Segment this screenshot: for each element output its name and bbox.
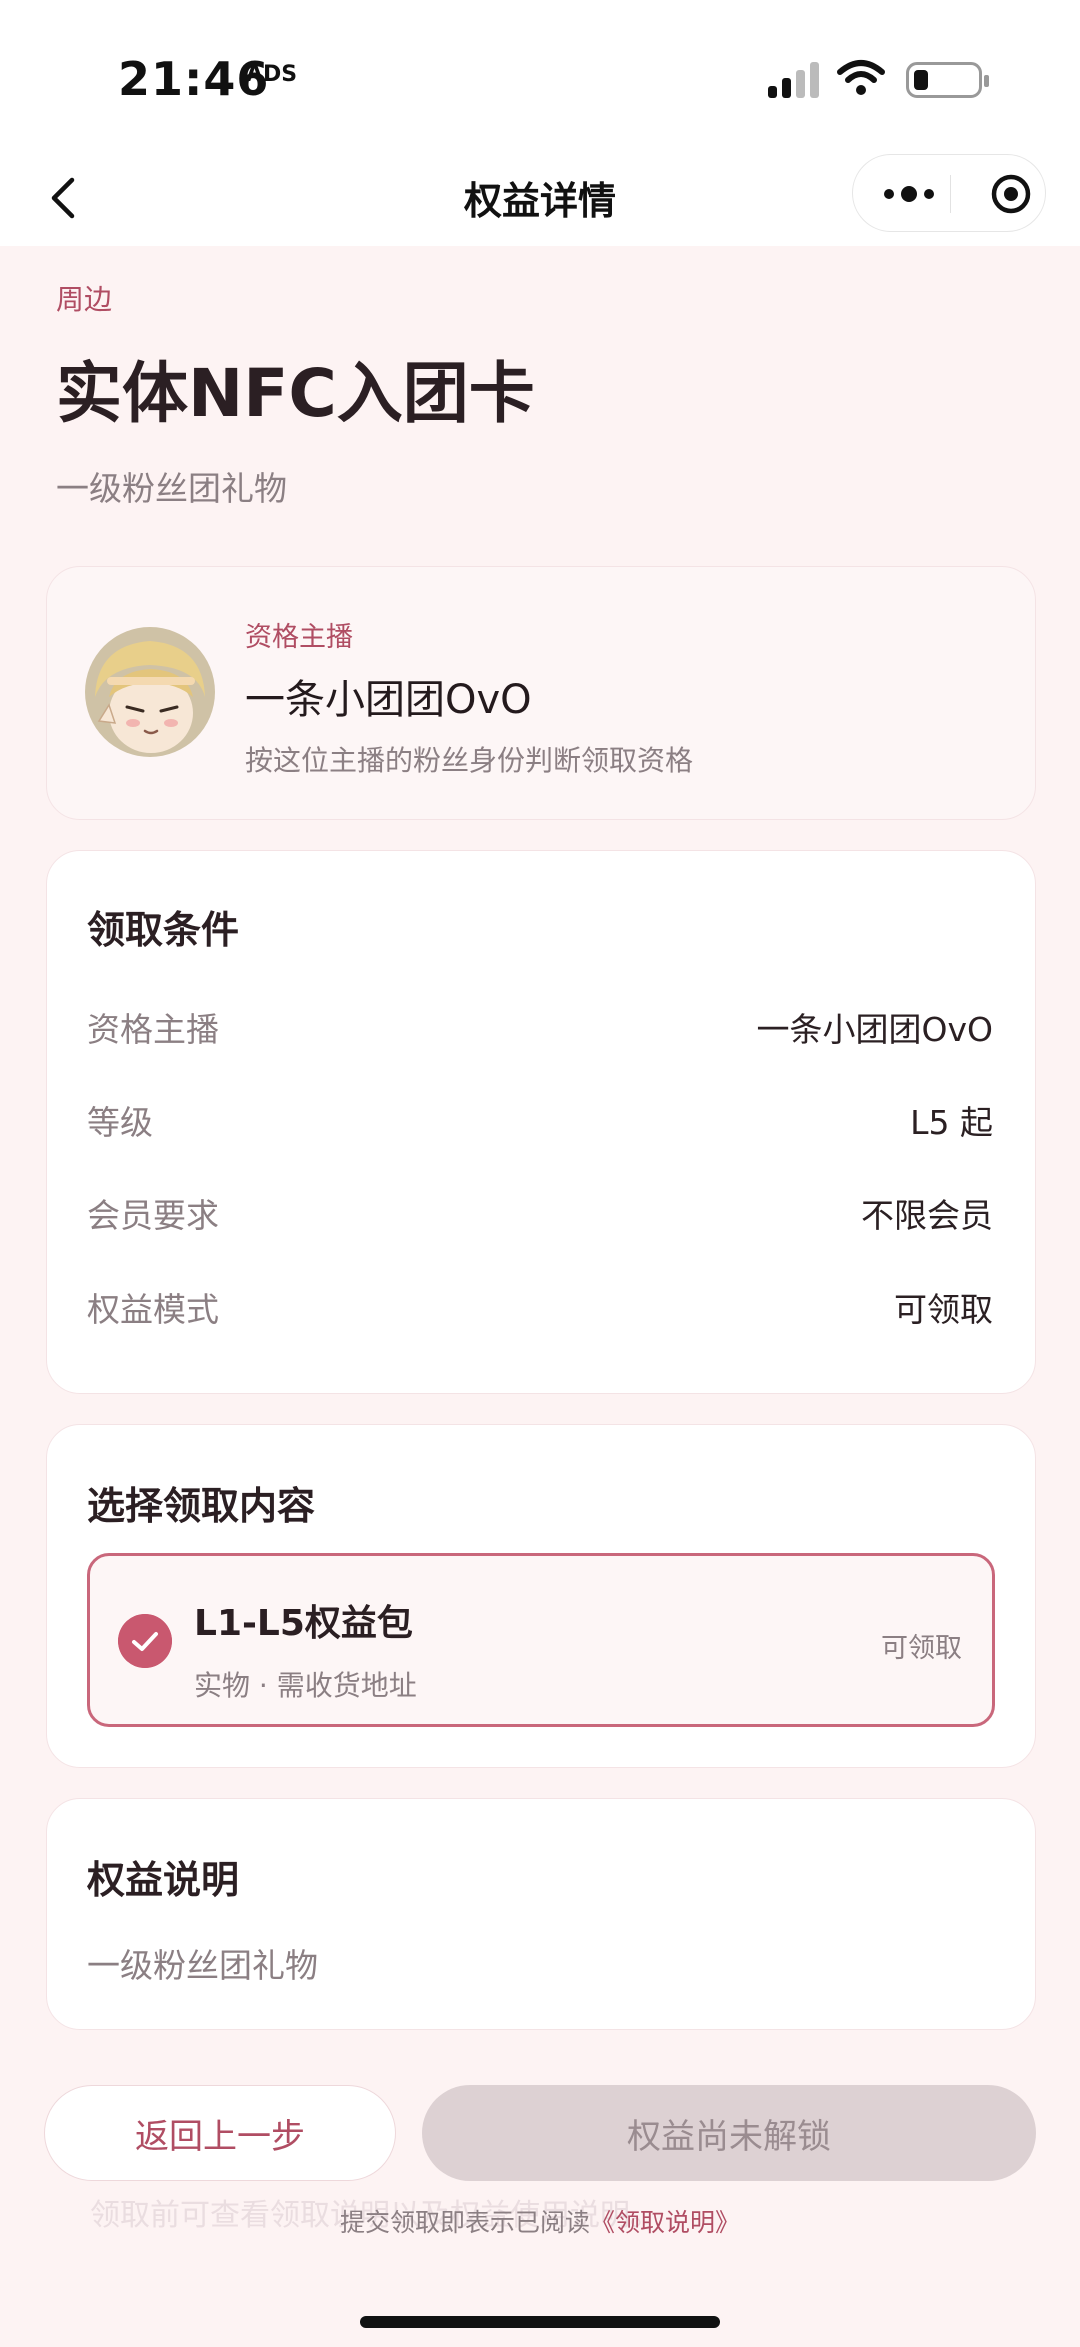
condition-label-level: 等级 [87,1103,153,1142]
anchor-tag: 资格主播 [245,622,353,653]
agreement-note: 提交领取即表示已阅读《领取说明》 [0,2203,1080,2239]
claim-instructions-link[interactable]: 《领取说明》 [590,2208,740,2237]
condition-value-membership: 不限会员 [861,1196,993,1235]
bottom-action-bar: 领取前可查看领取说明以及权益使用说明。 返回上一步 权益尚未解锁 提交领取即表示… [0,2060,1080,2347]
ads-indicator: ADS [246,62,298,87]
anchor-card: 资格主播 一条小团团OvO 按这位主播的粉丝身份判断领取资格 [46,566,1036,820]
battery-icon [906,62,989,98]
benefit-locked-button[interactable]: 权益尚未解锁 [422,2085,1036,2181]
more-icon[interactable] [879,181,939,207]
condition-value-level: L5 起 [910,1103,993,1142]
home-indicator [360,2316,720,2328]
category-label: 周边 [56,283,113,316]
benefit-package-option[interactable]: L1-L5权益包 实物 · 需收货地址 可领取 [87,1553,995,1727]
conditions-card: 领取条件 资格主播 一条小团团OvO 等级 L5 起 会员要求 不限会员 权益模… [46,850,1036,1394]
option-status: 可领取 [881,1633,962,1664]
check-icon [118,1614,172,1668]
option-subtitle: 实物 · 需收货地址 [194,1669,417,1702]
condition-value-mode: 可领取 [894,1290,993,1329]
condition-value-anchor: 一条小团团OvO [756,1010,993,1049]
cellular-signal-icon [768,62,820,98]
avatar [85,627,215,757]
wifi-icon [837,60,885,95]
description-card: 权益说明 一级粉丝团礼物 [46,1798,1036,2030]
close-miniprogram-icon[interactable] [989,172,1033,216]
nav-bar: 权益详情 [0,150,1080,246]
agreement-prefix: 提交领取即表示已阅读 [339,2208,590,2237]
section-title-conditions: 领取条件 [87,908,240,952]
choose-content-card: 选择领取内容 L1-L5权益包 实物 · 需收货地址 可领取 [46,1424,1036,1768]
back-step-button[interactable]: 返回上一步 [44,2085,396,2181]
option-title: L1-L5权益包 [194,1603,413,1644]
capsule-divider [950,175,951,213]
status-bar: 21:46 ADS [0,0,1080,150]
section-title-description: 权益说明 [87,1858,240,1902]
miniprogram-capsule [852,154,1046,232]
description-text: 一级粉丝团礼物 [87,1946,318,1985]
benefit-title: 实体NFC入团卡 [56,355,535,432]
condition-label-membership: 会员要求 [87,1196,219,1235]
benefit-subtitle: 一级粉丝团礼物 [56,469,287,508]
condition-label-anchor: 资格主播 [87,1010,219,1049]
anchor-description: 按这位主播的粉丝身份判断领取资格 [245,744,694,777]
section-title-choose: 选择领取内容 [87,1484,316,1528]
condition-label-mode: 权益模式 [87,1290,219,1329]
anchor-name: 一条小团团OvO [245,677,532,723]
